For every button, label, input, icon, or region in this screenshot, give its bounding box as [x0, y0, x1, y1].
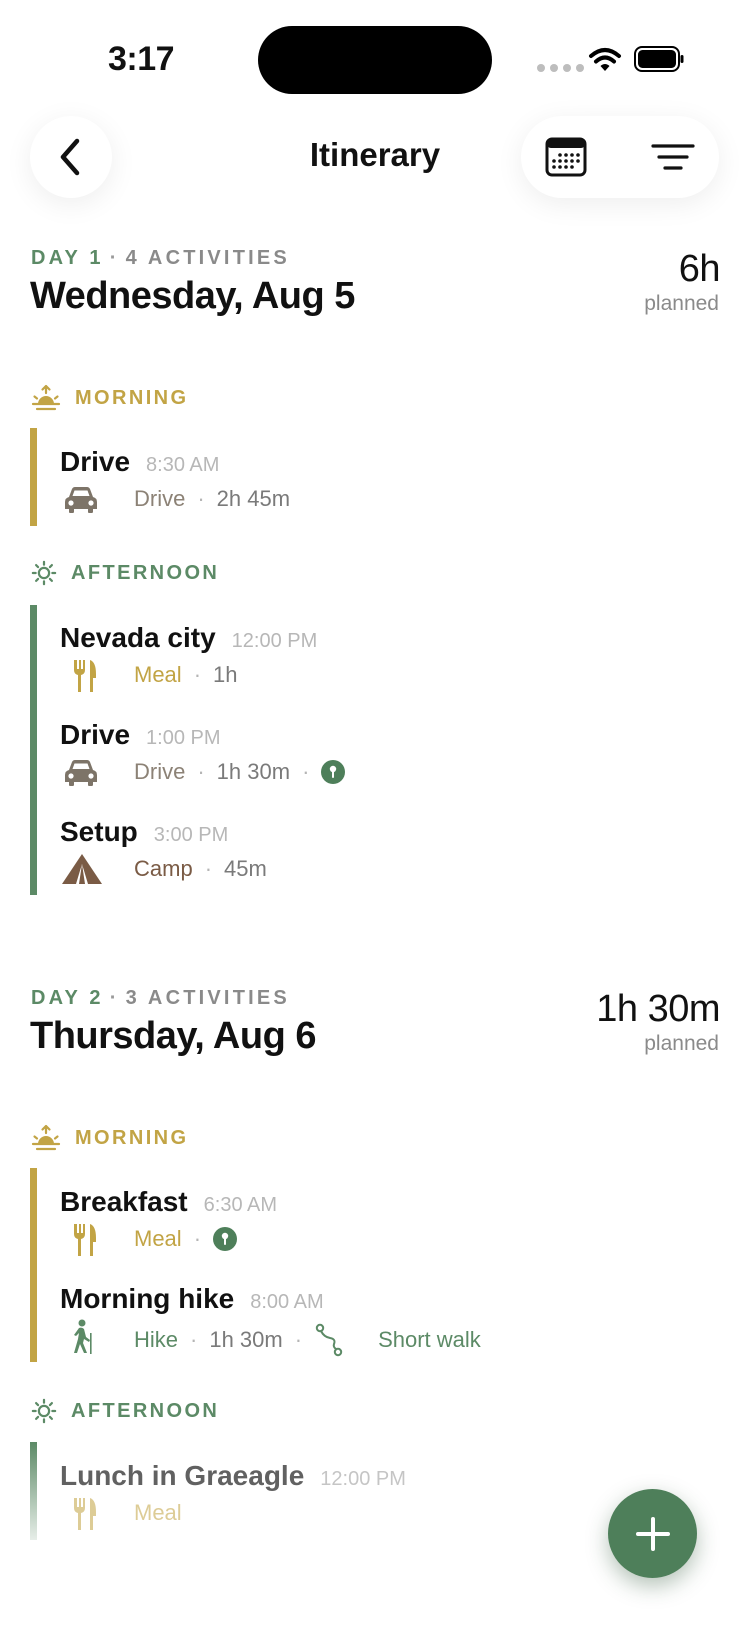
period-bar	[30, 428, 37, 526]
fork-knife-icon	[70, 1496, 100, 1532]
period-label: AFTERNOON	[71, 1399, 220, 1422]
day-total: 6h	[678, 248, 721, 290]
activity-time: 12:00 PM	[320, 1468, 406, 1490]
day-eyebrow: DAY 1 · 4 ACTIVITIES	[31, 247, 290, 269]
activity-item[interactable]: Breakfast 6:30 AM Meal ·	[60, 1186, 700, 1262]
period-label: AFTERNOON	[71, 561, 220, 584]
activity-item[interactable]: Setup 3:00 PM Camp · 45m	[60, 816, 700, 892]
period-bar	[30, 1168, 37, 1362]
activity-duration: 1h	[213, 662, 238, 687]
day-total: 1h 30m	[596, 988, 720, 1030]
period-morning: MORNING	[31, 384, 188, 412]
car-icon	[62, 755, 100, 791]
sun-icon	[31, 560, 57, 586]
header-actions	[521, 116, 719, 198]
car-icon	[62, 482, 100, 518]
day-number: DAY 2	[31, 987, 104, 1009]
activity-name: Morning hike	[60, 1283, 235, 1314]
period-morning: MORNING	[31, 1124, 188, 1152]
activity-time: 1:00 PM	[146, 727, 221, 749]
activity-category: Drive	[134, 486, 186, 511]
day-title: Thursday, Aug 6	[30, 1015, 316, 1057]
activity-name: Drive	[60, 446, 131, 477]
period-label: MORNING	[75, 386, 189, 409]
activity-time: 12:00 PM	[231, 630, 318, 652]
tent-icon	[60, 852, 104, 886]
activity-count: 3 ACTIVITIES	[125, 987, 290, 1009]
fork-knife-icon	[70, 658, 100, 694]
day-eyebrow: DAY 2 · 3 ACTIVITIES	[31, 987, 290, 1009]
sunrise-icon	[31, 384, 61, 412]
activity-category: Hike	[134, 1327, 179, 1352]
activity-name: Nevada city	[60, 622, 216, 653]
activity-time: 8:30 AM	[146, 454, 220, 476]
activity-name: Lunch in Graeagle	[60, 1460, 305, 1491]
location-pin-icon[interactable]	[213, 1227, 238, 1251]
activity-time: 8:00 AM	[250, 1291, 324, 1313]
period-afternoon: AFTERNOON	[31, 1398, 219, 1424]
activity-item[interactable]: Lunch in Graeagle 12:00 PM Meal	[60, 1460, 700, 1536]
period-bar	[30, 605, 37, 895]
activity-count: 4 ACTIVITIES	[125, 247, 290, 269]
activity-category: Drive	[134, 759, 186, 784]
hiker-icon	[68, 1319, 98, 1355]
period-label: MORNING	[75, 1126, 189, 1149]
day-total-label: planned	[644, 1032, 719, 1055]
dynamic-island	[258, 26, 492, 94]
day-number: DAY 1	[31, 247, 104, 269]
activity-time: 6:30 AM	[203, 1194, 278, 1216]
wifi-icon	[589, 48, 621, 71]
activity-time: 3:00 PM	[153, 824, 229, 846]
activity-category: Meal	[134, 1226, 182, 1251]
activity-item[interactable]: Drive 1:00 PM Drive · 1h 30m ·	[60, 719, 700, 795]
calendar-icon[interactable]	[545, 136, 587, 178]
activity-item[interactable]: Nevada city 12:00 PM Meal · 1h	[60, 622, 700, 698]
sunrise-icon	[31, 1124, 61, 1152]
activity-item[interactable]: Morning hike 8:00 AM Hike · 1h 30m · Sho…	[60, 1283, 700, 1359]
status-time: 3:17	[108, 40, 175, 78]
activity-duration: 2h 45m	[216, 486, 291, 511]
activity-category: Meal	[134, 1500, 182, 1525]
activity-duration: 45m	[224, 856, 267, 881]
activity-category: Meal	[134, 662, 182, 687]
location-pin-icon[interactable]	[321, 760, 346, 784]
fork-knife-icon	[70, 1222, 100, 1258]
activity-name: Drive	[60, 719, 131, 750]
activity-item[interactable]: Drive 8:30 AM Drive · 2h 45m	[60, 446, 700, 522]
period-afternoon: AFTERNOON	[31, 560, 219, 586]
sun-icon	[31, 1398, 57, 1424]
activity-category: Camp	[134, 856, 193, 881]
activity-duration: 1h 30m	[216, 759, 291, 784]
period-bar	[30, 1442, 37, 1540]
add-activity-button[interactable]	[608, 1489, 697, 1578]
day-total-label: planned	[644, 292, 719, 315]
activity-duration: 1h 30m	[209, 1327, 283, 1352]
plus-icon	[635, 1516, 670, 1551]
filter-icon[interactable]	[651, 138, 695, 176]
activity-name: Setup	[60, 816, 138, 847]
trail-icon	[315, 1323, 343, 1357]
activity-name: Breakfast	[60, 1186, 188, 1217]
day-title: Wednesday, Aug 5	[30, 275, 355, 317]
trail-label: Short walk	[378, 1327, 481, 1352]
cellular-signal-icon	[537, 64, 584, 72]
battery-icon	[634, 46, 684, 72]
